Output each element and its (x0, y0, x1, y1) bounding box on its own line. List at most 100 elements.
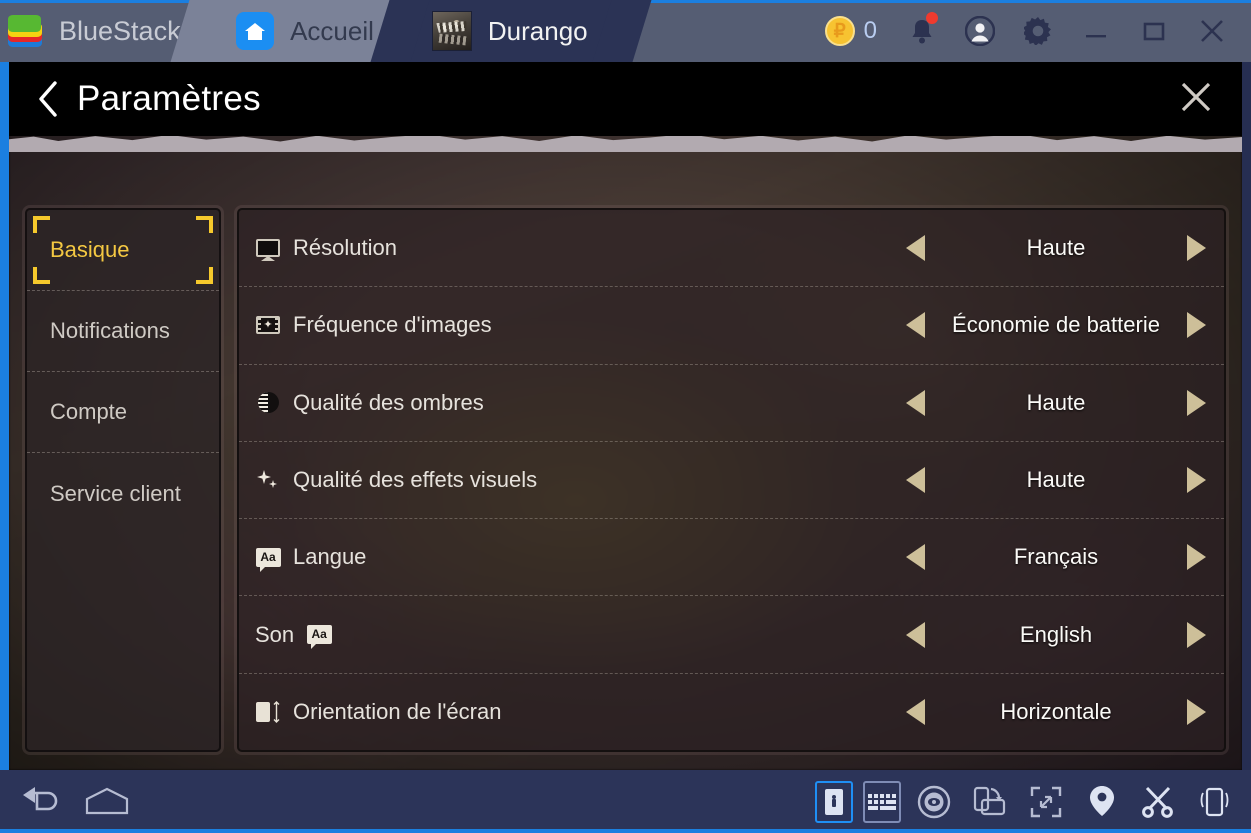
arrow-left-icon[interactable] (906, 389, 925, 416)
option-stepper: Économie de batterie (906, 312, 1206, 339)
option-label-group: Résolution (255, 235, 906, 261)
tab-durango[interactable]: Durango (399, 0, 622, 62)
location-button[interactable] (1079, 779, 1125, 825)
option-value: Horizontale (1000, 698, 1112, 724)
bluestacks-window: BlueStacks Accueil Durango ₽ 0 Paramètre… (0, 0, 1251, 833)
option-value: Haute (1026, 466, 1086, 492)
tab-accueil-label: Accueil (290, 15, 374, 46)
option-label-group: Son Aa (255, 621, 906, 650)
location-icon (1090, 785, 1114, 816)
sidebar-item-compte[interactable]: Compte (27, 372, 219, 453)
monitor-icon (255, 236, 281, 260)
settings-options-panel: Résolution Haute ✦ Fréquence d'images Éc… (237, 208, 1226, 752)
accent-line-bottom (0, 829, 1251, 833)
option-label-group: Orientation de l'écran (255, 699, 906, 725)
option-label-group: Aa Langue (255, 544, 906, 572)
back-arrow-icon (23, 786, 58, 810)
option-stepper: Haute (906, 389, 1206, 416)
arrow-right-icon[interactable] (1187, 312, 1206, 339)
home-button[interactable] (84, 779, 130, 825)
arrow-left-icon[interactable] (906, 466, 925, 493)
settings-header: Paramètres (9, 62, 1242, 136)
macro-recorder-button[interactable] (911, 779, 957, 825)
arrow-left-icon[interactable] (906, 235, 925, 262)
arrow-left-icon[interactable] (906, 544, 925, 571)
keyboard-button[interactable] (863, 780, 901, 823)
fullscreen-button[interactable] (1023, 779, 1069, 825)
shake-phone-icon (1200, 787, 1229, 816)
arrow-right-icon[interactable] (1187, 235, 1206, 262)
sidebar-item-label: Basique (50, 237, 130, 262)
chevron-left-icon (39, 81, 57, 117)
option-label: Son (255, 621, 295, 647)
sidebar-item-label: Service client (50, 480, 181, 506)
maximize-icon (1143, 22, 1165, 41)
close-icon (1201, 20, 1223, 42)
arrow-left-icon[interactable] (906, 621, 925, 648)
macro-recorder-icon (917, 785, 951, 818)
option-label-group: ✦ Fréquence d'images (255, 312, 906, 338)
home-icon (236, 12, 275, 50)
sidebar-item-label: Compte (50, 399, 128, 424)
game-controls-button[interactable] (815, 780, 853, 823)
account-icon (965, 16, 995, 46)
shake-phone-button[interactable] (1191, 779, 1237, 825)
option-value: English (1019, 621, 1093, 647)
sidebar-item-basique[interactable]: Basique (27, 210, 219, 291)
arrow-right-icon[interactable] (1187, 389, 1206, 416)
arrow-right-icon[interactable] (1187, 544, 1206, 571)
page-title: Paramètres (77, 79, 261, 118)
sparkle-icon (255, 468, 281, 492)
arrow-right-icon[interactable] (1187, 466, 1206, 493)
titlebar: BlueStacks Accueil Durango ₽ 0 (0, 0, 1251, 62)
option-value: Économie de batterie (952, 312, 1160, 338)
screenshot-button[interactable] (1135, 779, 1181, 825)
bluestacks-logo-icon (8, 13, 46, 49)
brand-label: BlueStacks (59, 15, 195, 46)
bluestacks-tools (815, 779, 1251, 825)
points-display[interactable]: ₽ 0 (819, 16, 893, 46)
maximize-button[interactable] (1125, 0, 1183, 62)
window-accent-left (0, 62, 9, 770)
minimize-button[interactable] (1067, 0, 1125, 62)
arrow-right-icon[interactable] (1187, 621, 1206, 648)
option-row-language: Aa Langue Français (239, 519, 1224, 597)
settings-close-button[interactable] (1176, 77, 1216, 122)
option-label: Qualité des effets visuels (293, 466, 538, 492)
keyboard-icon (868, 793, 896, 810)
option-label: Orientation de l'écran (293, 698, 502, 724)
arrow-left-icon[interactable] (906, 698, 925, 725)
option-stepper: Haute (906, 235, 1206, 262)
game-controls-icon (825, 788, 843, 815)
option-row-screen-orientation: Orientation de l'écran Horizontale (239, 674, 1224, 750)
titlebar-actions: ₽ 0 (819, 0, 1251, 62)
settings-button[interactable] (1009, 0, 1067, 62)
option-value: Haute (1026, 235, 1086, 261)
android-nav-buttons (0, 779, 130, 825)
option-row-sound: Son Aa English (239, 596, 1224, 674)
sidebar-item-notifications[interactable]: Notifications (27, 291, 219, 372)
option-label: Résolution (293, 235, 397, 261)
notifications-button[interactable] (893, 0, 951, 62)
arrow-right-icon[interactable] (1187, 698, 1206, 725)
back-button[interactable] (31, 79, 65, 119)
home-pentagon-icon (85, 787, 129, 814)
account-button[interactable] (951, 0, 1009, 62)
sidebar-item-service-client[interactable]: Service client (27, 453, 219, 534)
coin-icon: ₽ (824, 16, 855, 46)
points-value: 0 (863, 17, 877, 44)
settings-sidebar: Basique Notifications Compte Service cli… (25, 208, 221, 752)
option-label-group: Qualité des effets visuels (255, 467, 906, 493)
game-thumbnail-icon (431, 11, 472, 51)
option-label: Fréquence d'images (293, 312, 492, 338)
rotate-screen-button[interactable] (967, 779, 1013, 825)
option-stepper: Haute (906, 466, 1206, 493)
film-strip-icon: ✦ (255, 313, 281, 337)
back-button[interactable] (20, 779, 66, 825)
option-row-shadow-quality: Qualité des ombres Haute (239, 365, 1224, 442)
option-stepper: Horizontale (906, 698, 1206, 725)
arrow-left-icon[interactable] (906, 312, 925, 339)
bottombar (0, 770, 1251, 833)
close-button[interactable] (1183, 0, 1241, 62)
option-value: Français (1013, 544, 1099, 570)
